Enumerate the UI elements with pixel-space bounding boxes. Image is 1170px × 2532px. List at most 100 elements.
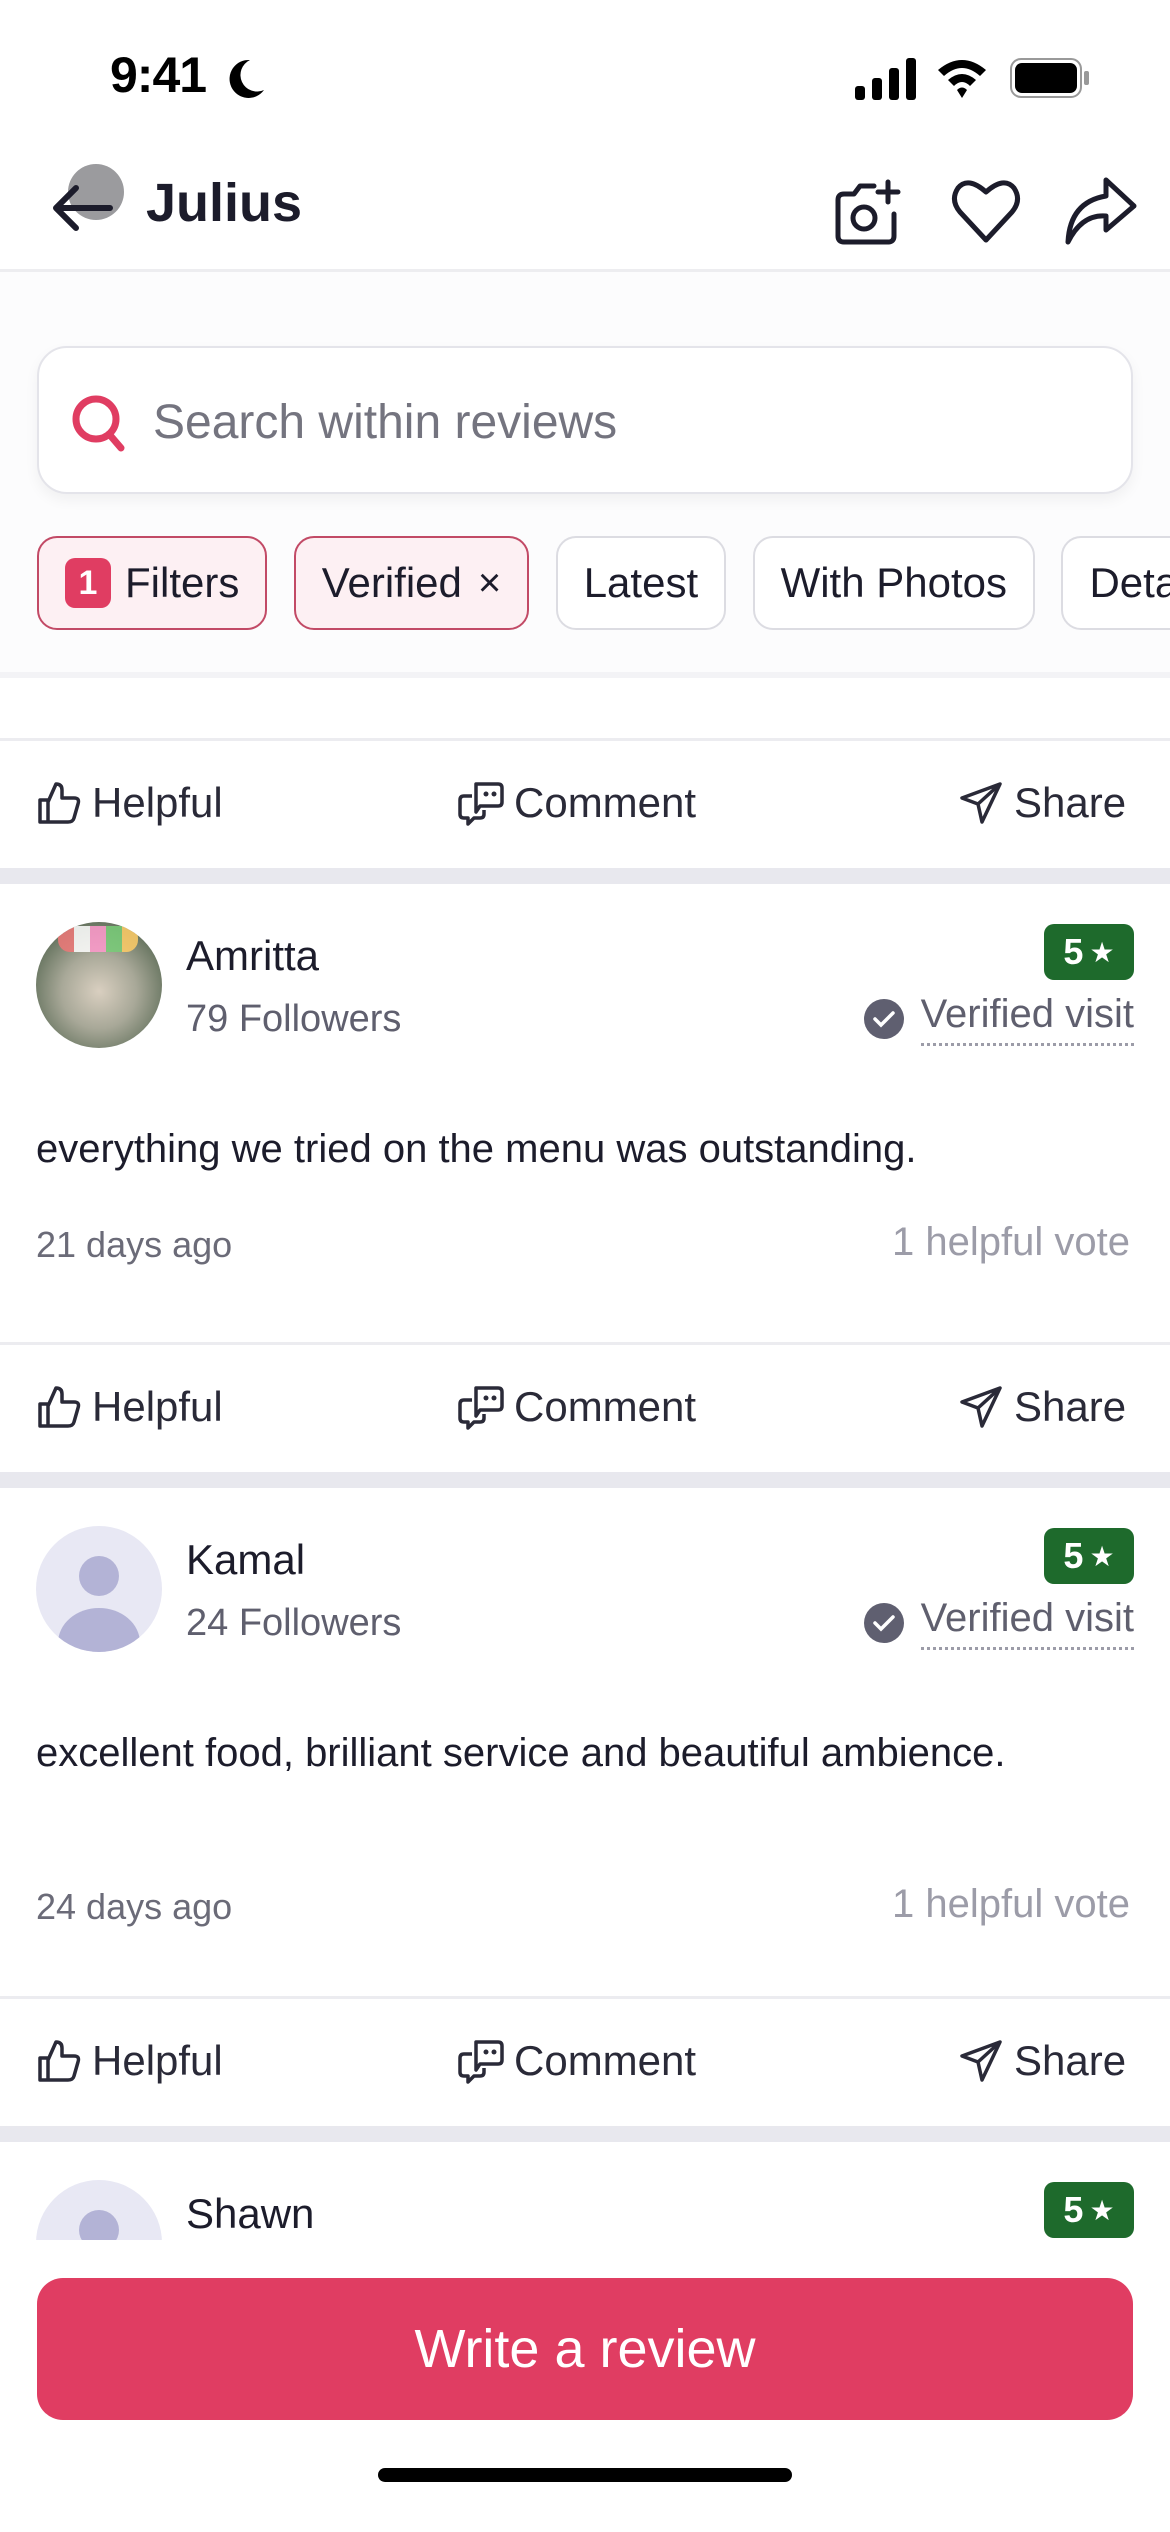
comment-bubbles-icon	[458, 2040, 504, 2084]
reviewer-name[interactable]: Kamal	[186, 1536, 305, 1584]
review-card: Amritta 79 Followers 5 ★ Verified visit e…	[0, 884, 1170, 1342]
filter-chip-latest[interactable]: Latest	[555, 536, 727, 630]
paper-plane-icon	[960, 782, 1002, 824]
status-time: 9:41	[110, 47, 207, 103]
chip-label: Filters	[125, 559, 240, 606]
filter-chip-detailed[interactable]: Detailed	[1061, 536, 1170, 630]
share-label: Share	[1014, 779, 1127, 826]
nav-bar: Julius	[0, 150, 1170, 272]
review-date: 24 days ago	[36, 1886, 233, 1927]
comment-label: Comment	[514, 779, 697, 826]
divider	[0, 868, 1170, 884]
divider	[0, 2126, 1170, 2142]
comment-button[interactable]: Comment	[458, 779, 696, 827]
follower-count: 24 Followers	[186, 1602, 402, 1644]
verified-check-icon	[863, 1603, 904, 1643]
comment-bubbles-icon	[458, 1386, 504, 1430]
chip-label: Detailed	[1089, 559, 1170, 606]
avatar[interactable]	[36, 922, 162, 1048]
share-button[interactable]: Share	[958, 779, 1126, 827]
rating-badge: 5 ★	[1044, 2182, 1134, 2238]
share-button[interactable]: Share	[958, 1383, 1126, 1431]
write-review-button[interactable]: Write a review	[37, 2278, 1133, 2420]
remove-filter-icon[interactable]: ×	[478, 561, 501, 606]
search-filter-section: 1 Filters Verified × Latest With Photos …	[0, 272, 1170, 672]
bottom-cta-bar: Write a review	[0, 2240, 1170, 2532]
rating-value: 5	[1063, 1535, 1084, 1576]
search-input[interactable]	[153, 384, 1053, 460]
rating-value: 5	[1063, 2189, 1084, 2230]
avatar-flower-crown	[58, 926, 138, 952]
share-button[interactable]: Share	[958, 2037, 1126, 2085]
divider	[0, 1472, 1170, 1488]
chip-label: Latest	[583, 559, 699, 606]
rating-badge: 5 ★	[1044, 1528, 1134, 1584]
thumbs-up-icon	[38, 1386, 81, 1428]
thumbs-up-icon	[38, 782, 81, 824]
helpful-button[interactable]: Helpful	[36, 1383, 223, 1431]
add-photo-camera-icon[interactable]	[830, 172, 906, 248]
verified-label: Verified visit	[920, 992, 1134, 1046]
status-bar: 9:41	[0, 0, 1170, 150]
rating-value: 5	[1063, 931, 1084, 972]
paper-plane-icon	[960, 1386, 1002, 1428]
comment-label: Comment	[514, 1383, 697, 1430]
home-indicator[interactable]	[378, 2468, 792, 2482]
review-card: Kamal 24 Followers 5 ★ Verified visit exc…	[0, 1488, 1170, 1996]
wifi-icon	[938, 60, 986, 98]
filter-chip-verified[interactable]: Verified ×	[293, 536, 530, 630]
helpful-button[interactable]: Helpful	[36, 779, 223, 827]
heart-favorite-icon[interactable]	[948, 172, 1024, 248]
thumbs-up-icon	[38, 2040, 81, 2082]
cellular-signal-icon	[855, 58, 916, 100]
verified-visit[interactable]: Verified visit	[863, 992, 1134, 1046]
comment-button[interactable]: Comment	[458, 2037, 696, 2085]
back-arrow-icon	[53, 185, 113, 231]
helpful-vote-count: 1 helpful vote	[892, 1220, 1130, 1264]
verified-visit[interactable]: Verified visit	[863, 1596, 1134, 1650]
comment-button[interactable]: Comment	[458, 1383, 696, 1431]
review-actions: Helpful Comment Share	[0, 738, 1170, 868]
page-title: Julius	[146, 173, 303, 233]
reviewer-name[interactable]: Amritta	[186, 932, 319, 980]
search-box[interactable]	[37, 346, 1133, 494]
filter-chips: 1 Filters Verified × Latest With Photos …	[37, 536, 1170, 632]
helpful-vote-count: 1 helpful vote	[892, 1882, 1130, 1926]
follower-count: 79 Followers	[186, 998, 402, 1040]
reviews-feed: Helpful Comment Share Amritta 79 Followe…	[0, 672, 1170, 2262]
avatar-body	[58, 1608, 140, 1652]
paper-plane-icon	[960, 2040, 1002, 2082]
star-icon: ★	[1089, 936, 1115, 968]
previous-review-tail	[0, 672, 1170, 738]
share-label: Share	[1014, 1383, 1127, 1430]
review-actions: Helpful Comment Share	[0, 1996, 1170, 2126]
filter-chip-filters[interactable]: 1 Filters	[37, 536, 268, 630]
review-actions: Helpful Comment Share	[0, 1342, 1170, 1472]
verified-check-icon	[863, 999, 904, 1039]
rating-badge: 5 ★	[1044, 924, 1134, 980]
moon-icon	[229, 59, 264, 98]
chip-label: Verified	[321, 559, 462, 606]
helpful-button[interactable]: Helpful	[36, 2037, 223, 2085]
battery-icon	[1010, 58, 1089, 98]
avatar[interactable]	[36, 1526, 162, 1652]
verified-label: Verified visit	[920, 1596, 1134, 1650]
helpful-label: Helpful	[92, 779, 223, 826]
star-icon: ★	[1089, 1540, 1115, 1572]
comment-bubbles-icon	[458, 782, 504, 826]
review-text: excellent food, brilliant service and be…	[36, 1731, 1006, 1775]
chip-label: With Photos	[780, 559, 1008, 606]
helpful-label: Helpful	[92, 1383, 223, 1430]
avatar-head	[79, 1556, 119, 1596]
star-icon: ★	[1089, 2194, 1115, 2226]
share-label: Share	[1014, 2037, 1127, 2084]
search-icon	[72, 395, 125, 452]
review-date: 21 days ago	[36, 1224, 233, 1265]
review-text: everything we tried on the menu was outs…	[36, 1127, 917, 1171]
filter-chip-with-photos[interactable]: With Photos	[752, 536, 1036, 630]
share-forward-icon[interactable]	[1062, 172, 1138, 248]
filter-count-badge: 1	[65, 558, 111, 608]
reviewer-name[interactable]: Shawn	[186, 2190, 314, 2238]
back-button[interactable]	[50, 158, 130, 248]
comment-label: Comment	[514, 2037, 697, 2084]
